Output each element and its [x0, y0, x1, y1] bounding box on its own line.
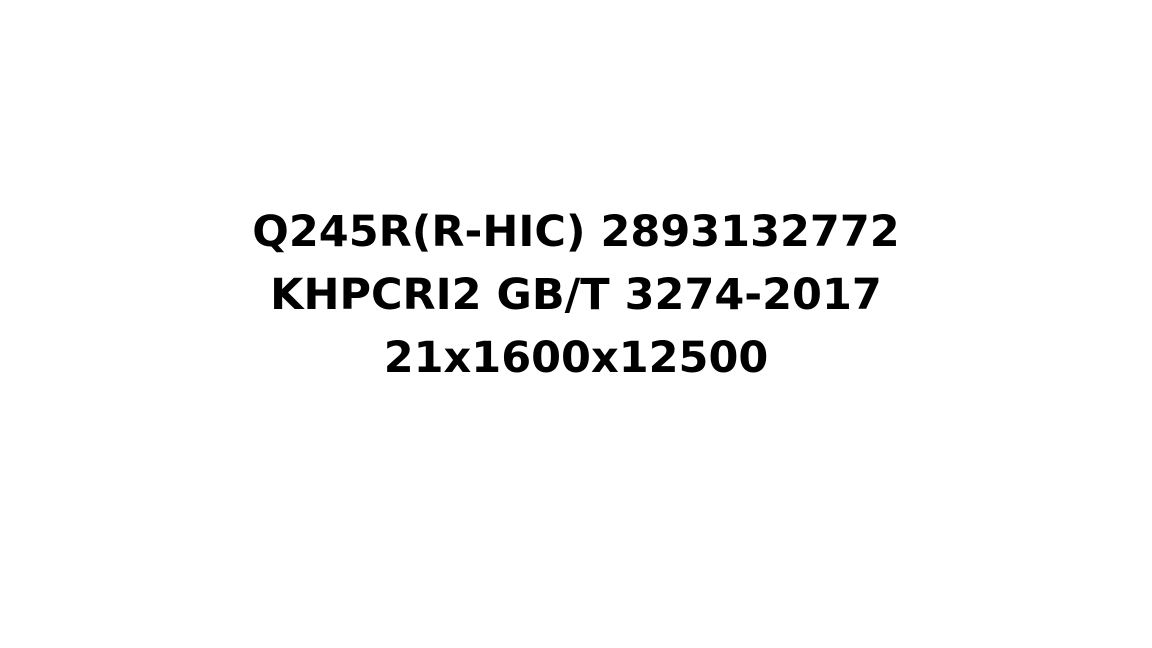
- slide-canvas: Q245R(R-HIC) 2893132772 KHPCRI2 GB/T 327…: [0, 0, 1152, 648]
- text-line-3: 21x1600x12500: [383, 333, 769, 383]
- text-line-1: Q245R(R-HIC) 2893132772: [252, 207, 900, 257]
- label-text-block: Q245R(R-HIC) 2893132772 KHPCRI2 GB/T 327…: [0, 201, 1152, 390]
- text-line-2: KHPCRI2 GB/T 3274-2017: [270, 270, 882, 320]
